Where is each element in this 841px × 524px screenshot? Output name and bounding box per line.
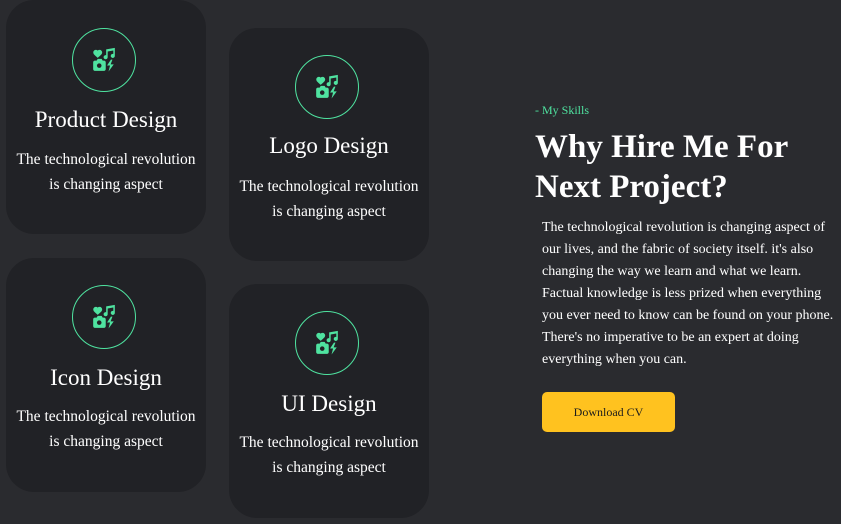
card-description: The technological revolution is changing… bbox=[16, 151, 196, 193]
heart-music-camera-icon bbox=[295, 55, 359, 119]
card-description: The technological revolution is changing… bbox=[239, 178, 419, 220]
skill-card-product-design: Product Design The technological revolut… bbox=[6, 0, 206, 234]
card-title: Logo Design bbox=[269, 133, 389, 158]
about-paragraph: The technological revolution is changing… bbox=[542, 220, 834, 367]
section-kicker: - My Skills bbox=[535, 103, 590, 117]
heart-music-camera-icon bbox=[72, 285, 136, 349]
heart-music-camera-icon bbox=[72, 28, 136, 92]
card-title: UI Design bbox=[281, 391, 377, 416]
download-cv-button[interactable]: Download CV bbox=[542, 392, 675, 432]
skill-card-ui-design: UI Design The technological revolution i… bbox=[229, 284, 429, 518]
heart-music-camera-icon bbox=[295, 311, 359, 375]
skill-card-logo-design: Logo Design The technological revolution… bbox=[229, 28, 429, 261]
card-title: Icon Design bbox=[50, 365, 162, 390]
card-description: The technological revolution is changing… bbox=[239, 434, 419, 476]
card-title: Product Design bbox=[34, 107, 178, 132]
card-description: The technological revolution is changing… bbox=[16, 408, 196, 450]
skill-card-icon-design: Icon Design The technological revolution… bbox=[6, 258, 206, 492]
section-headline: Why Hire Me For Next Project? bbox=[535, 129, 788, 205]
